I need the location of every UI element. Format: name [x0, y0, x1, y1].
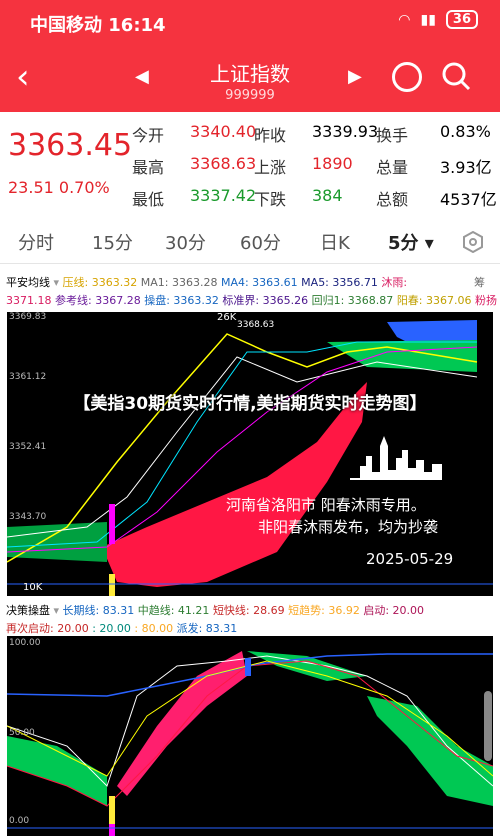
next-stock-icon[interactable]: ▶: [348, 66, 362, 87]
legend-chou: 筹: [474, 276, 485, 289]
legend-cankao: 参考线: 3367.28: [55, 294, 141, 307]
tab-5min[interactable]: 5分 ▾: [388, 229, 434, 255]
quote-value: 3368.63: [190, 154, 257, 173]
legend-qidong: 启动: 20.00: [363, 604, 425, 617]
legend-val-a: : 20.00: [92, 622, 131, 635]
y-label-3: 3352.41: [9, 442, 47, 452]
legend-caopan: 操盘: 3363.32: [144, 294, 219, 307]
wifi-icon: ◠: [398, 11, 411, 28]
tab-daily[interactable]: 日K: [320, 229, 350, 255]
y-label-2: 3361.12: [9, 372, 47, 382]
quote-label: 昨收: [254, 126, 287, 145]
status-icons: ◠ ▮▮ 36: [398, 10, 478, 29]
battery-icon: 36: [445, 10, 478, 29]
y-label-4: 3343.70: [9, 512, 47, 522]
status-bar: 中国移动 16:14 ◠ ▮▮ 36: [0, 0, 500, 46]
signal-bar-blue: [245, 658, 251, 676]
oscillator-chart[interactable]: 100.00 50.00 0.00: [7, 636, 493, 836]
legend-zhongqu: 中趋线: 41.21: [137, 604, 210, 617]
price-change: 23.51 0.70%: [8, 178, 110, 197]
quote-label: 下跌: [254, 190, 287, 209]
scroll-handle[interactable]: [484, 691, 492, 761]
legend-changqi: 长期线: 83.31: [62, 604, 135, 617]
quote-label: 今开: [132, 126, 165, 145]
stock-code: 999999: [225, 88, 275, 103]
quote-value: 1890: [312, 154, 353, 173]
signal-bar-yellow-2: [109, 796, 115, 826]
quote-label: 上涨: [254, 158, 287, 177]
signal-bar-yellow: [109, 574, 115, 596]
watermark-date: 2025-05-29: [366, 550, 454, 568]
legend-ma1: MA1: 3363.28: [140, 276, 218, 289]
tab-15min[interactable]: 15分: [92, 229, 133, 255]
status-carrier-time: 中国移动 16:14: [30, 15, 166, 36]
osc-green-right: [367, 696, 493, 806]
tab-60min[interactable]: 60分: [240, 229, 281, 255]
tab-fenshi[interactable]: 分时: [18, 229, 54, 255]
legend-val-b: : 80.00: [134, 622, 174, 635]
search-icon[interactable]: [440, 60, 472, 92]
legend-duankuai: 短快线: 28.69: [212, 604, 285, 617]
quote-value: 3340.40: [190, 122, 257, 141]
period-tabs: 分时 15分 30分 60分 日K 5分 ▾: [0, 218, 500, 264]
watermark-title: 【美指30期货实时行情,美指期货实时走势图】: [73, 394, 427, 414]
osc-y-50: 50.00: [9, 728, 35, 738]
quote-value: 384: [312, 186, 343, 205]
alert-icon[interactable]: [392, 62, 422, 92]
last-price: 3363.45: [8, 128, 133, 163]
quote-value: 3339.93: [312, 122, 379, 141]
legend-fenyang: 粉扬: [475, 294, 498, 307]
legend-ma5: MA5: 3356.71: [301, 276, 378, 289]
signal-icon: ▮▮: [420, 11, 436, 28]
legend-yaxian: 压线: 3363.32: [62, 276, 138, 289]
green-band: [327, 340, 477, 372]
legend-ma4: MA4: 3363.61: [220, 276, 298, 289]
quote-panel: 3363.45 23.51 0.70% 今开 3340.40 昨收 3339.93 换手…: [0, 112, 500, 218]
legend-zaici: 再次启动: 20.00: [6, 622, 89, 635]
quote-value: 4537亿: [440, 190, 497, 209]
high-value: 3368.63: [237, 320, 275, 330]
legend-duanqu: 短趋势: 36.92: [288, 604, 360, 617]
settings-icon[interactable]: [462, 231, 484, 253]
signal-bar-magenta: [109, 504, 115, 544]
quote-label: 总量: [376, 158, 409, 177]
signal-bar-magenta-2: [109, 824, 115, 836]
low-marker: 10K: [23, 582, 43, 593]
oscillator-svg: [7, 651, 493, 836]
legend-muyu-val: 3371.18: [6, 294, 52, 307]
legend-yangchun: 阳春: 3367.06: [396, 294, 472, 307]
quote-value: 3.93亿: [440, 158, 492, 177]
quote-value: 0.83%: [440, 122, 491, 141]
quote-label: 换手: [376, 126, 409, 145]
legend-biaozhun: 标准界: 3365.26: [222, 294, 309, 307]
osc-y-0: 0.00: [9, 816, 30, 826]
watermark-location: 河南省洛阳市 阳春沐雨专用。: [226, 496, 426, 514]
indicator1-name[interactable]: 平安均线: [6, 276, 50, 289]
tab-30min[interactable]: 30分: [165, 229, 206, 255]
quote-label: 总额: [376, 190, 409, 209]
watermark-notice: 非阳春沐雨发布，均为抄袭: [258, 518, 439, 536]
legend-huigui: 回归1: 3368.87: [311, 294, 394, 307]
high-marker: 26K: [217, 312, 237, 323]
quote-value: 3337.42: [190, 186, 257, 205]
osc-y-100: 100.00: [9, 638, 41, 648]
quote-label: 最高: [132, 158, 165, 177]
legend-paifa: 派发: 83.31: [176, 622, 238, 635]
nav-bar: ‹ ◀ 上证指数 999999 ▶: [0, 46, 500, 112]
quote-label: 最低: [132, 190, 165, 209]
page-title: 上证指数: [210, 62, 290, 86]
skyline-logo: [350, 436, 442, 480]
y-label-1: 3369.83: [9, 312, 47, 322]
osc-pink: [117, 651, 247, 796]
legend-muyu: 沐雨:: [381, 276, 408, 289]
indicator2-name[interactable]: 决策操盘: [6, 604, 50, 617]
